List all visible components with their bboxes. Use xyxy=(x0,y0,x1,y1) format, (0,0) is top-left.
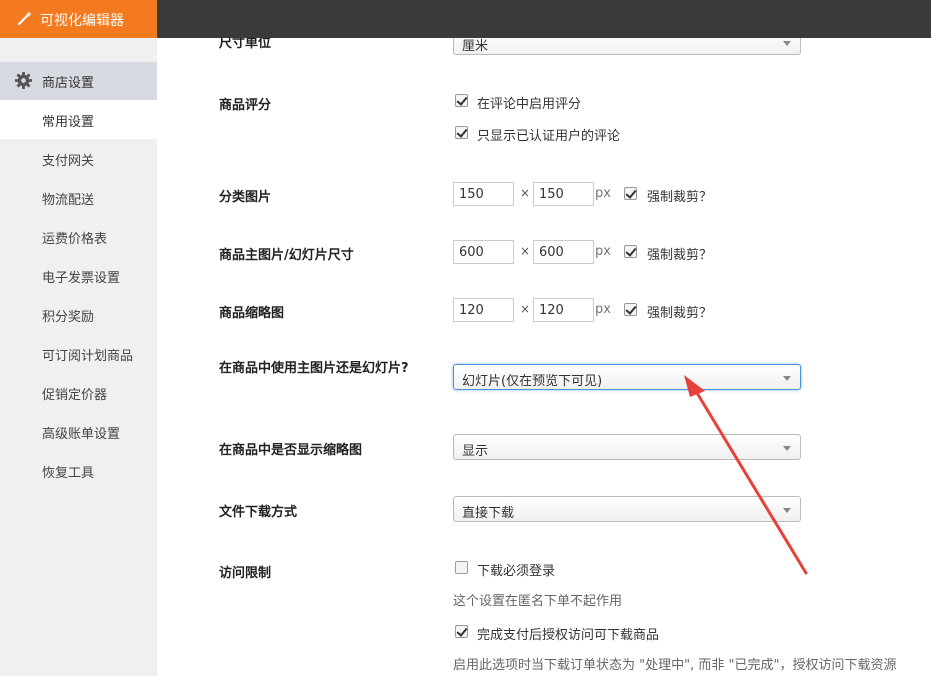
sidebar: 商店设置 常用设置 支付网关 物流配送 运费价格表 电子发票设置 积分奖励 可订… xyxy=(0,38,157,676)
sidebar-item-label: 高级账单设置 xyxy=(42,427,121,442)
access-restriction-label: 访问限制 xyxy=(219,566,272,581)
grant-access-after-payment-checkbox[interactable] xyxy=(455,625,468,638)
chevron-down-icon xyxy=(783,376,791,381)
times-sign: × xyxy=(520,302,531,316)
sidebar-item-label: 支付网关 xyxy=(42,154,95,169)
sidebar-section-label: 商店设置 xyxy=(42,76,95,91)
crop-label: 强制裁剪？ xyxy=(647,306,713,321)
sidebar-item-payment-gateways[interactable]: 支付网关 xyxy=(0,139,157,178)
category-image-crop-checkbox[interactable] xyxy=(624,187,637,200)
chevron-down-icon xyxy=(783,41,791,46)
input-value: 600 xyxy=(459,245,484,260)
verified-reviews-label: 只显示已认证用户的评论 xyxy=(477,129,621,144)
app-title: 可视化编辑器 xyxy=(40,13,124,29)
gear-icon xyxy=(14,71,33,90)
sidebar-item-label: 电子发票设置 xyxy=(42,271,121,286)
require-login-checkbox[interactable] xyxy=(455,561,468,574)
times-sign: × xyxy=(520,186,531,200)
show-thumbnails-label: 在商品中是否显示缩略图 xyxy=(219,443,363,458)
sidebar-item-label: 积分奖励 xyxy=(42,310,95,325)
main-image-width-input[interactable]: 600 xyxy=(453,240,514,264)
sidebar-item-invoice-settings[interactable]: 电子发票设置 xyxy=(0,256,157,295)
crop-label: 强制裁剪？ xyxy=(647,190,713,205)
sidebar-item-label: 促销定价器 xyxy=(42,388,108,403)
category-image-height-input[interactable]: 150 xyxy=(533,182,594,206)
times-sign: × xyxy=(520,244,531,258)
sidebar-item-subscriptions[interactable]: 可订阅计划商品 xyxy=(0,334,157,373)
grant-access-after-payment-label: 完成支付后授权访问可下载商品 xyxy=(477,628,660,643)
app-brand[interactable]: 可视化编辑器 xyxy=(0,0,157,38)
unit-label: px xyxy=(595,244,611,259)
main-or-slide-label: 在商品中使用主图片还是幻灯片? xyxy=(219,361,409,376)
sidebar-item-label: 可订阅计划商品 xyxy=(42,349,134,364)
unit-label: px xyxy=(595,302,611,317)
category-image-width-input[interactable]: 150 xyxy=(453,182,514,206)
sidebar-item-recovery-tools[interactable]: 恢复工具 xyxy=(0,451,157,490)
sidebar-item-label: 恢复工具 xyxy=(42,466,95,481)
sidebar-item-label: 运费价格表 xyxy=(42,232,108,247)
select-value: 显示 xyxy=(462,444,489,459)
thumbnail-height-input[interactable]: 120 xyxy=(533,298,594,322)
input-value: 120 xyxy=(539,303,564,318)
verified-reviews-checkbox[interactable] xyxy=(455,126,468,139)
input-value: 150 xyxy=(539,187,564,202)
enable-rating-checkbox[interactable] xyxy=(455,94,468,107)
grant-access-help: 启用此选项时当下载订单状态为 "处理中", 而非 "已完成"，授权访问下载资源 xyxy=(453,658,897,673)
thumbnail-crop-checkbox[interactable] xyxy=(624,303,637,316)
input-value: 600 xyxy=(539,245,564,260)
main-image-height-input[interactable]: 600 xyxy=(533,240,594,264)
main-image-crop-checkbox[interactable] xyxy=(624,245,637,258)
sidebar-item-promo-pricing[interactable]: 促销定价器 xyxy=(0,373,157,412)
download-method-select[interactable]: 直接下载 xyxy=(453,496,801,522)
input-value: 150 xyxy=(459,187,484,202)
main-image-label: 商品主图片/幻灯片尺寸 xyxy=(219,248,354,263)
thumbnail-width-input[interactable]: 120 xyxy=(453,298,514,322)
magic-wand-icon xyxy=(17,11,32,26)
input-value: 120 xyxy=(459,303,484,318)
rating-label: 商品评分 xyxy=(219,98,272,113)
sidebar-item-general[interactable]: 常用设置 xyxy=(0,100,157,139)
require-login-label: 下载必须登录 xyxy=(477,564,556,579)
sidebar-item-shipping-rates[interactable]: 运费价格表 xyxy=(0,217,157,256)
chevron-down-icon xyxy=(783,508,791,513)
download-method-label: 文件下载方式 xyxy=(219,505,298,520)
require-login-help: 这个设置在匿名下单不起作用 xyxy=(453,594,623,609)
sidebar-section-store-settings[interactable]: 商店设置 xyxy=(0,62,157,100)
sidebar-item-label: 常用设置 xyxy=(42,115,95,130)
sidebar-item-label: 物流配送 xyxy=(42,193,95,208)
thumbnail-label: 商品缩略图 xyxy=(219,306,285,321)
select-value: 幻灯片(仅在预览下可见) xyxy=(462,374,603,389)
enable-rating-label: 在评论中启用评分 xyxy=(477,97,582,112)
unit-label: px xyxy=(595,186,611,201)
sidebar-item-shipping[interactable]: 物流配送 xyxy=(0,178,157,217)
sidebar-item-advanced-billing[interactable]: 高级账单设置 xyxy=(0,412,157,451)
main-or-slide-select[interactable]: 幻灯片(仅在预览下可见) xyxy=(453,364,801,390)
top-bar-overlay xyxy=(157,0,931,38)
category-image-label: 分类图片 xyxy=(219,190,272,205)
select-value: 直接下载 xyxy=(462,506,515,521)
chevron-down-icon xyxy=(783,446,791,451)
show-thumbnails-select[interactable]: 显示 xyxy=(453,434,801,460)
sidebar-item-points-rewards[interactable]: 积分奖励 xyxy=(0,295,157,334)
crop-label: 强制裁剪？ xyxy=(647,248,713,263)
